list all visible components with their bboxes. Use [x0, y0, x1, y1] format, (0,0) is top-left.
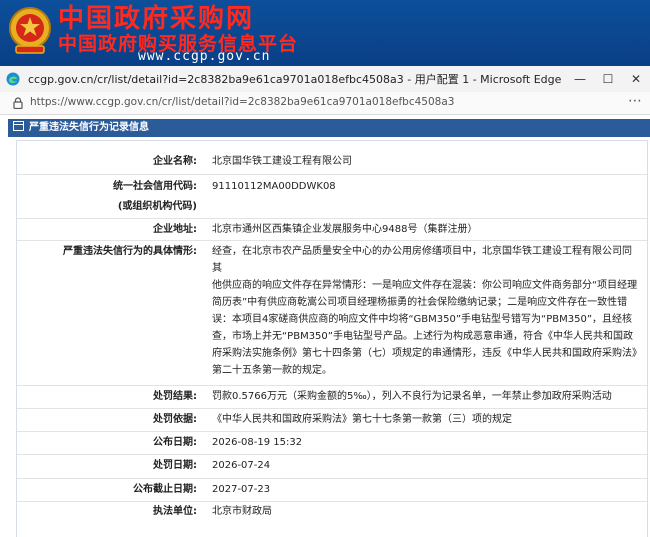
lock-icon [13, 97, 23, 109]
address-bar[interactable]: https://www.ccgp.gov.cn/cr/list/detail?i… [0, 92, 650, 115]
behavior-line: 第二十五条第一款的规定。 [212, 365, 332, 376]
behavior-line: 他供应商的响应文件存在异常情形：一是响应文件存在混装：你公司响应文件商务部分“项… [212, 280, 638, 291]
divider [17, 431, 647, 432]
window-titlebar: ccgp.gov.cn/cr/list/detail?id=2c8382ba9e… [0, 66, 650, 93]
penalty-date-value: 2026-07-24 [212, 460, 271, 471]
site-banner: 中国政府采购网 中国政府购买服务信息平台 www.ccgp.gov.cn [0, 0, 650, 66]
publish-date-value: 2026-08-19 15:32 [212, 437, 303, 448]
behavior-label: 严重违法失信行为的具体情形: [63, 246, 197, 257]
company-label: 企业名称: [153, 156, 197, 167]
minimize-button[interactable]: — [565, 68, 595, 90]
window-title: ccgp.gov.cn/cr/list/detail?id=2c8382ba9e… [28, 73, 562, 86]
company-value: 北京国华铁工建设工程有限公司 [212, 156, 352, 167]
site-title: 中国政府采购网 [58, 4, 255, 34]
window-icon [13, 121, 24, 131]
divider [17, 174, 647, 175]
record-panel: 企业名称: 北京国华铁工建设工程有限公司 统一社会信用代码: 91110112M… [16, 140, 648, 537]
behavior-value: 经查，在北京市农产品质量安全中心的办公用房修缮项目中，北京国华铁工建设工程有限公… [212, 243, 642, 379]
url-text[interactable]: https://www.ccgp.gov.cn/cr/list/detail?i… [30, 96, 454, 108]
divider [17, 385, 647, 386]
penalty-value: 罚款0.5766万元（采购金额的5‰），列入不良行为记录名单，一年禁止参加政府采… [212, 391, 612, 402]
edge-browser-icon [6, 72, 20, 86]
penalty-label: 处罚结果: [153, 391, 197, 402]
section-header: 严重违法失信行为记录信息 [8, 119, 650, 137]
basis-value: 《中华人民共和国政府采购法》第七十七条第一款第（三）项的规定 [212, 414, 512, 425]
divider [17, 218, 647, 219]
credit-code-value: 91110112MA00DDWK08 [212, 181, 336, 192]
divider [17, 454, 647, 455]
credit-code-sublabel: (或组织机构代码) [117, 201, 197, 212]
behavior-line: 府采购法实施条例》第七十四条第（七）项规定的串通情形，违反《中华人民共和国政府采… [212, 348, 642, 359]
maximize-button[interactable]: ☐ [593, 68, 623, 90]
national-emblem-icon [9, 7, 51, 54]
agency-value: 北京市财政局 [212, 506, 272, 517]
divider [17, 501, 647, 502]
behavior-line: 经查，在北京市农产品质量安全中心的办公用房修缮项目中，北京国华铁工建设工程有限公… [212, 246, 632, 274]
penalty-date-label: 处罚日期: [153, 460, 197, 471]
site-url: www.ccgp.gov.cn [138, 49, 271, 64]
divider [17, 478, 647, 479]
address-label: 企业地址: [153, 224, 197, 235]
publish-date-label: 公布日期: [153, 437, 197, 448]
credit-code-label: 统一社会信用代码: [113, 181, 197, 192]
more-options-icon[interactable]: ⋯ [628, 93, 642, 109]
behavior-line: 简历表”中有供应商乾嵩公司项目经理杨振勇的社会保险缴纳记录；二是响应文件存在一致… [212, 297, 628, 308]
behavior-line: 查，市场上并无“PBM350”手电钻型号产品。上述行为构成恶意串通，符合《中华人… [212, 331, 633, 342]
end-date-value: 2027-07-23 [212, 484, 271, 495]
basis-label: 处罚依据: [153, 414, 197, 425]
address-value: 北京市通州区西集镇企业发展服务中心9488号（集群注册） [212, 224, 478, 235]
agency-label: 执法单位: [153, 506, 197, 517]
behavior-line: 误：本项目4家磋商供应商的响应文件中均将“GBM350”手电钻型号错写为“PBM… [212, 314, 633, 325]
end-date-label: 公布截止日期: [133, 484, 197, 495]
section-title: 严重违法失信行为记录信息 [29, 122, 149, 133]
divider [17, 408, 647, 409]
close-button[interactable]: ✕ [621, 68, 650, 90]
divider [17, 240, 647, 241]
